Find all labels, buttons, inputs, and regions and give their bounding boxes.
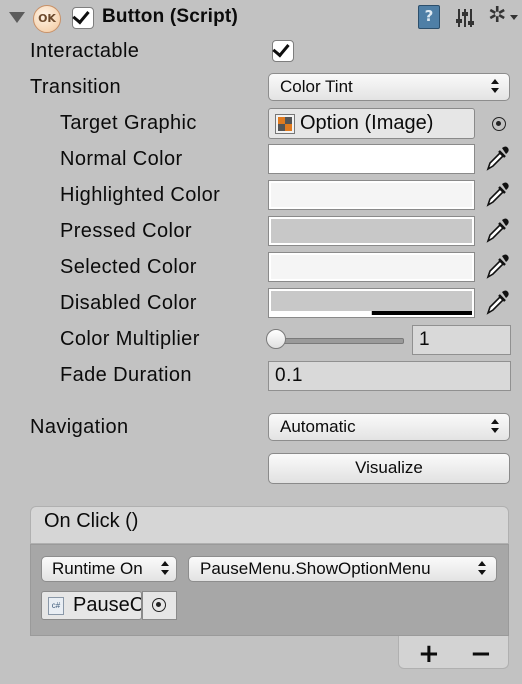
- navigation-label: Navigation: [30, 416, 129, 438]
- interactable-checkbox[interactable]: [272, 39, 294, 62]
- color-multiplier-label: Color Multiplier: [60, 328, 200, 350]
- component-enabled-checkbox[interactable]: [72, 6, 94, 29]
- pressed-color-field[interactable]: [268, 216, 475, 246]
- color-multiplier-slider-thumb[interactable]: [266, 329, 286, 349]
- transition-label: Transition: [30, 76, 122, 98]
- dropdown-arrows-icon: [491, 419, 499, 435]
- runtime-mode-dropdown[interactable]: Runtime On: [41, 556, 177, 582]
- on-click-title: On Click (): [44, 510, 139, 532]
- function-dropdown[interactable]: PauseMenu.ShowOptionMenu: [188, 556, 497, 582]
- gear-dropdown-caret-icon: [510, 15, 518, 20]
- alpha-bar-empty: [271, 311, 371, 315]
- object-picker-icon: [152, 598, 166, 612]
- button-component-icon: OK: [33, 5, 61, 33]
- fade-duration-input[interactable]: 0.1: [268, 361, 511, 391]
- gear-icon[interactable]: ✲: [488, 4, 506, 28]
- color-multiplier-input[interactable]: 1: [412, 325, 511, 355]
- event-list-footer: [398, 636, 509, 669]
- event-target-picker-button[interactable]: [142, 591, 177, 620]
- remove-listener-button[interactable]: −: [470, 640, 492, 668]
- csharp-script-icon: c#: [48, 597, 64, 615]
- selected-color-field[interactable]: [268, 252, 475, 282]
- navigation-dropdown[interactable]: Automatic: [268, 413, 510, 441]
- navigation-value: Automatic: [280, 417, 356, 436]
- runtime-mode-value: Runtime On: [52, 559, 143, 578]
- normal-color-label: Normal Color: [60, 148, 183, 170]
- event-target-object-field[interactable]: c# PauseC: [41, 591, 142, 620]
- target-graphic-field[interactable]: Option (Image): [268, 108, 475, 139]
- pressed-color-label: Pressed Color: [60, 220, 192, 242]
- color-multiplier-slider-track[interactable]: [274, 338, 404, 344]
- fade-duration-label: Fade Duration: [60, 364, 192, 386]
- foldout-arrow-icon[interactable]: [9, 12, 25, 23]
- dropdown-arrows-icon: [478, 561, 486, 577]
- alpha-bar-filled: [372, 311, 472, 315]
- transition-dropdown[interactable]: Color Tint: [268, 73, 510, 101]
- target-graphic-value: Option (Image): [300, 112, 434, 134]
- highlighted-color-field[interactable]: [268, 180, 475, 210]
- disabled-color-label: Disabled Color: [60, 292, 197, 314]
- image-asset-icon: [275, 114, 295, 134]
- selected-color-swatch: [271, 255, 472, 279]
- transition-value: Color Tint: [280, 77, 353, 96]
- checkmark-icon: [272, 39, 290, 58]
- normal-color-field[interactable]: [268, 144, 475, 174]
- eyedropper-icon[interactable]: [484, 288, 510, 316]
- eyedropper-icon[interactable]: [484, 144, 510, 172]
- dropdown-arrows-icon: [161, 561, 169, 577]
- help-book-icon[interactable]: ?: [418, 5, 440, 29]
- presets-sliders-icon[interactable]: [453, 6, 477, 30]
- normal-color-swatch: [271, 147, 472, 171]
- interactable-label: Interactable: [30, 40, 140, 62]
- component-title: Button (Script): [102, 6, 238, 27]
- add-listener-button[interactable]: +: [418, 640, 440, 668]
- pressed-color-swatch: [271, 219, 472, 243]
- target-graphic-label: Target Graphic: [60, 112, 197, 134]
- highlighted-color-label: Highlighted Color: [60, 184, 221, 206]
- event-target-object-value: PauseC: [73, 594, 142, 616]
- eyedropper-icon[interactable]: [484, 180, 510, 208]
- eyedropper-icon[interactable]: [484, 252, 510, 280]
- highlighted-color-swatch: [271, 183, 472, 207]
- disabled-color-field[interactable]: [268, 288, 475, 318]
- dropdown-arrows-icon: [491, 79, 499, 95]
- eyedropper-icon[interactable]: [484, 216, 510, 244]
- object-picker-icon[interactable]: [492, 117, 506, 131]
- visualize-button[interactable]: Visualize: [268, 453, 510, 484]
- checkmark-icon: [72, 6, 90, 25]
- selected-color-label: Selected Color: [60, 256, 197, 278]
- function-value: PauseMenu.ShowOptionMenu: [200, 559, 431, 578]
